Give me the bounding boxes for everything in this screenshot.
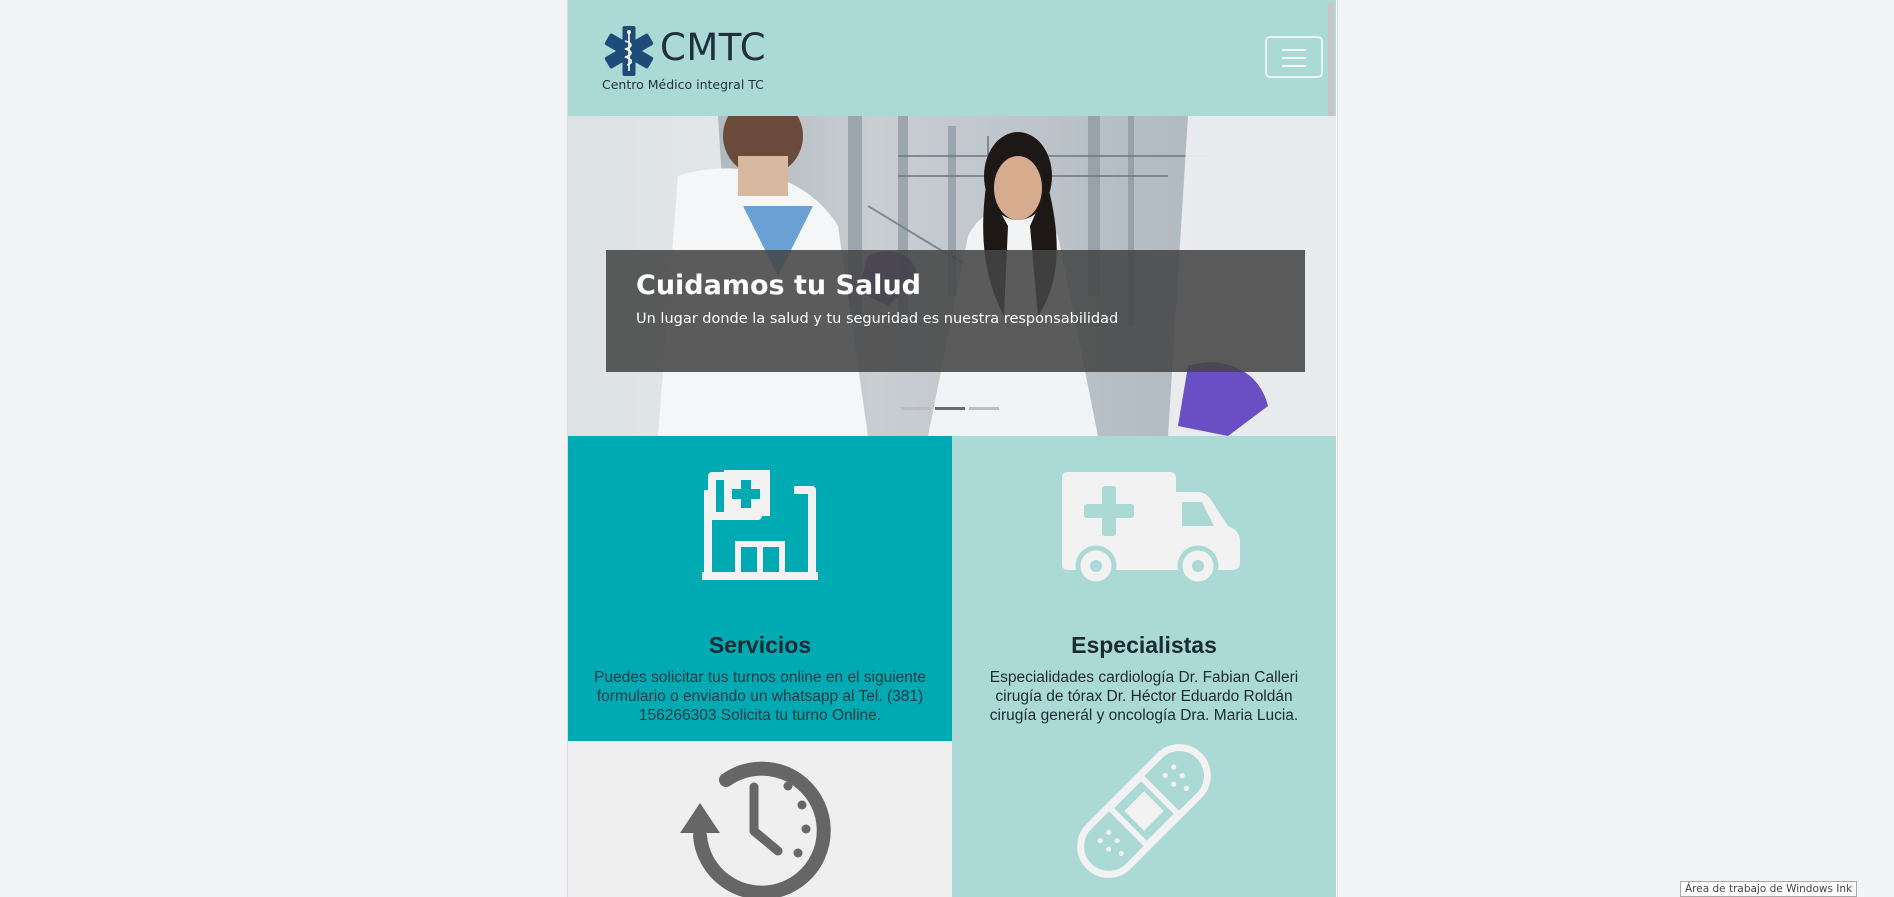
slide-text: Un lugar donde la salud y tu seguridad e… [636,311,1119,327]
carousel-indicator-active[interactable] [935,407,965,410]
brand-subtitle: Centro Médico integral TC [602,77,764,92]
hamburger-icon [1282,49,1306,51]
carousel-indicator[interactable] [969,407,999,410]
hospital-icon [702,470,818,580]
tile-text: Especialidades cardiología Dr. Fabian Ca… [989,669,1299,724]
clock-history-icon [680,761,831,897]
tile-especialistas[interactable]: Especialistas Especialidades cardiología… [952,436,1336,741]
tile-curaciones[interactable] [952,741,1336,897]
tile-horarios[interactable] [568,741,952,897]
bandage-icon [1077,744,1211,878]
tile-text: Puedes solicitar tus turnos online en el… [594,669,926,724]
tile-title: Servicios [708,632,812,658]
brand-link[interactable]: CMTC Centro Médico integral TC [602,24,802,96]
star-of-life-icon [604,26,654,76]
carousel-indicators [901,407,1001,411]
tile-title: Especialistas [1071,632,1217,658]
carousel-indicator[interactable] [901,407,931,410]
page-frame: CMTC Centro Médico integral TC Cuidamos … [567,0,1338,897]
brand-name: CMTC [660,26,767,69]
carousel-caption: Cuidamos tu Salud Un lugar donde la salu… [606,250,1305,372]
menu-toggle-button[interactable] [1265,36,1323,78]
hero-carousel[interactable]: Cuidamos tu Salud Un lugar donde la salu… [568,116,1336,436]
slide-title: Cuidamos tu Salud [636,270,921,301]
tile-servicios[interactable]: Servicios Puedes solicitar tus turnos on… [568,436,952,741]
ambulance-icon [1062,472,1240,587]
windows-ink-workspace-button[interactable]: Área de trabajo de Windows Ink [1680,881,1858,897]
navbar: CMTC Centro Médico integral TC [568,0,1336,182]
